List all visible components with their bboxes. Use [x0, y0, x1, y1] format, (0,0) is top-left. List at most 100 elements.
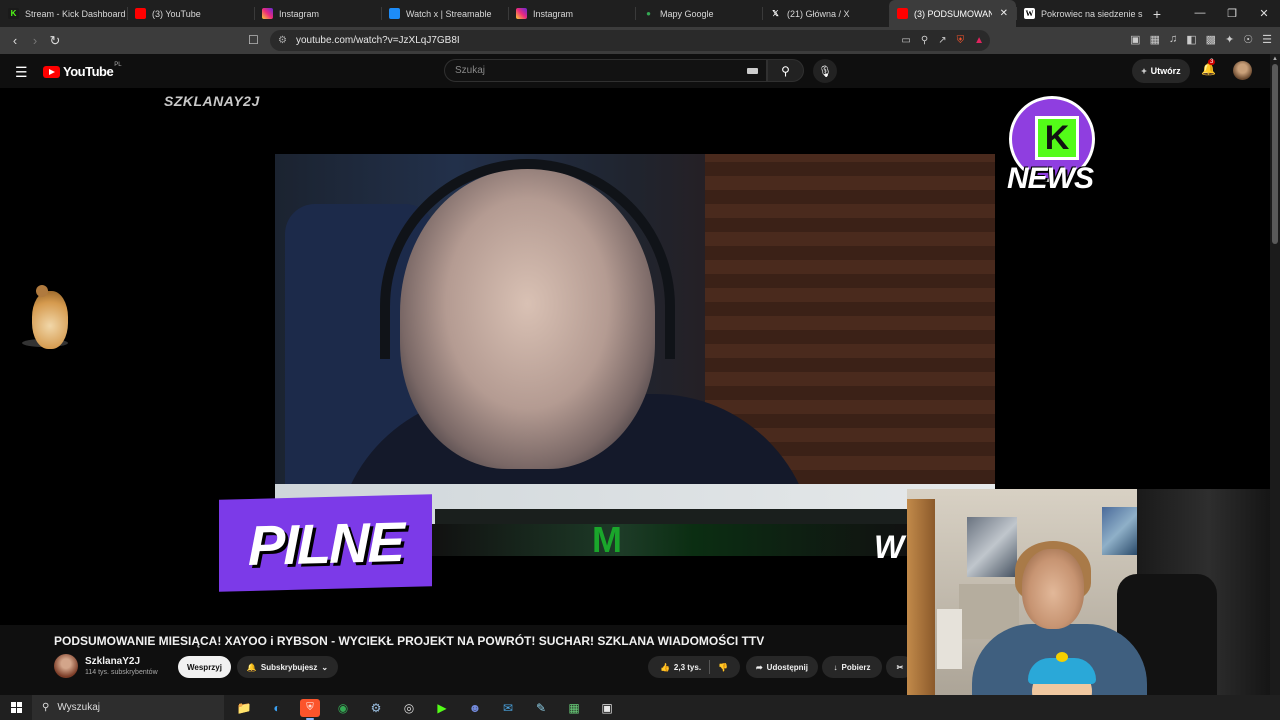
music-icon[interactable]: ♫	[1169, 33, 1177, 46]
share-icon[interactable]: ↗	[938, 35, 946, 46]
scroll-up-icon[interactable]: ▲	[1272, 56, 1278, 62]
download-button[interactable]: ↓ Pobierz	[822, 656, 882, 678]
menu-icon[interactable]: ☰	[1262, 33, 1272, 46]
news-logo-text: NEWS	[1007, 162, 1094, 195]
country-code: PL	[114, 62, 122, 68]
close-window-icon[interactable]: ✕	[1248, 7, 1280, 20]
scissors-icon: ✂	[896, 662, 904, 672]
mail-icon[interactable]: ✉	[498, 699, 518, 717]
new-tab-button[interactable]: +	[1147, 6, 1167, 22]
youtube-icon	[897, 8, 908, 19]
dislike-icon[interactable]: 👎	[718, 663, 728, 672]
share-button[interactable]: ➦ Udostępnij	[746, 656, 818, 678]
like-count[interactable]: 2,3 tys.	[674, 663, 701, 672]
taskbar-apps: 📁 ◐ ⛨ ◉ ⚙ ◎ ▶ ☻ ✉ ✎ ▦ ▣	[234, 698, 617, 720]
steam-icon[interactable]: ⚙	[366, 699, 386, 717]
forward-icon[interactable]: ›	[25, 33, 45, 48]
like-icon[interactable]: 👍	[660, 663, 670, 672]
bookmark-icon[interactable]: ☐	[248, 33, 259, 47]
webcam-overlay	[907, 489, 1280, 720]
site-settings-icon[interactable]: ⚙	[278, 35, 287, 46]
account-avatar[interactable]	[1233, 61, 1252, 80]
url-bar[interactable]: ⚙ youtube.com/watch?v=JzXLqJ7GB8I ▭ ⚲ ↗ …	[270, 30, 990, 51]
wikipedia-icon: W	[1024, 8, 1035, 19]
kick-app-icon[interactable]: ▶	[432, 699, 452, 717]
wallet-icon[interactable]: ▩	[1206, 33, 1216, 46]
vpn-icon[interactable]: ☉	[1243, 33, 1253, 46]
scrollbar-thumb[interactable]	[1272, 64, 1278, 244]
guide-menu-icon[interactable]: ☰	[15, 64, 28, 81]
youtube-header: ☰ YouTube PL Szukaj ⚲ 🎙 + Utwórz 🔔 3	[0, 54, 1270, 88]
extensions-toolbar: ▣ ▦ ♫ ◧ ▩ ✦ ☉ ☰	[1130, 33, 1272, 46]
back-icon[interactable]: ‹	[5, 33, 25, 48]
windows-icon	[10, 702, 22, 713]
puzzle-icon[interactable]: ▣	[1130, 33, 1140, 46]
discord-icon[interactable]: ☻	[465, 699, 485, 717]
youtube-logo[interactable]: YouTube PL	[43, 62, 122, 79]
tab-x[interactable]: 𝕏 (21) Główna / X	[762, 0, 889, 27]
search-input[interactable]: Szukaj	[444, 59, 767, 82]
reload-icon[interactable]: ↻	[45, 33, 65, 49]
address-bar-row: ‹ › ↻ ☐ ⚙ youtube.com/watch?v=JzXLqJ7GB8…	[0, 27, 1280, 54]
channel-avatar[interactable]	[54, 654, 78, 678]
tab-active-video[interactable]: (3) PODSUMOWANIE MIESIĄCA! ✕	[889, 0, 1016, 27]
search-button[interactable]: ⚲	[767, 59, 804, 82]
tab-title: Pokrowiec na siedzenie sk	[1041, 8, 1143, 19]
obs-icon[interactable]: ◎	[399, 699, 419, 717]
windows-taskbar: ⚲ Wyszukaj 📁 ◐ ⛨ ◉ ⚙ ◎ ▶ ☻ ✉ ✎ ▦ ▣	[0, 695, 1280, 720]
kick-icon: K	[8, 8, 19, 19]
tab-title: (21) Główna / X	[787, 8, 850, 19]
tab-title: Mapy Google	[660, 8, 714, 19]
youtube-wordmark: YouTube	[63, 64, 114, 79]
close-tab-icon[interactable]: ✕	[1000, 8, 1008, 19]
tab-google-maps[interactable]: ● Mapy Google	[635, 0, 762, 27]
tab-instagram-2[interactable]: Instagram	[508, 0, 635, 27]
urgent-banner: PILNE	[219, 494, 432, 592]
create-button[interactable]: + Utwórz	[1132, 59, 1190, 83]
keyboard-icon[interactable]	[747, 68, 758, 74]
tab-streamable[interactable]: Watch x | Streamable	[381, 0, 508, 27]
edge-icon[interactable]: ◐	[267, 699, 287, 717]
support-button[interactable]: Wesprzyj	[178, 656, 231, 678]
urgent-banner-text: PILNE	[248, 509, 403, 577]
subscribed-button[interactable]: 🔔 Subskrybujesz ⌄	[237, 656, 338, 678]
brave-shield-icon[interactable]: ⛨	[957, 35, 965, 46]
tab-pokrowiec[interactable]: W Pokrowiec na siedzenie sk	[1016, 0, 1143, 27]
brave-rewards-icon[interactable]: ▲	[974, 35, 984, 46]
brave-icon[interactable]: ⛨	[300, 698, 320, 720]
video-frame-streamer	[275, 154, 995, 529]
tab-youtube[interactable]: (3) YouTube	[127, 0, 254, 27]
page-scrollbar[interactable]: ▲	[1270, 54, 1280, 695]
voice-search-button[interactable]: 🎙	[813, 59, 837, 83]
browser-tab-strip: K Stream - Kick Dashboard (3) YouTube In…	[0, 0, 1280, 27]
spreadsheet-icon[interactable]: ▦	[564, 699, 584, 717]
sidebar-icon[interactable]: ◧	[1186, 33, 1196, 46]
taskbar-search[interactable]: ⚲ Wyszukaj	[32, 695, 224, 720]
notifications-button[interactable]: 🔔 3	[1201, 59, 1216, 76]
restore-icon[interactable]: ❐	[1216, 7, 1248, 20]
minimize-icon[interactable]: —	[1184, 7, 1216, 20]
plus-icon: +	[1141, 66, 1147, 76]
zoom-icon[interactable]: ⚲	[921, 35, 928, 46]
share-icon: ➦	[755, 662, 763, 672]
tab-title: Instagram	[279, 8, 320, 19]
create-label: Utwórz	[1150, 66, 1181, 76]
chevron-down-icon: ⌄	[321, 662, 329, 672]
tab-instagram[interactable]: Instagram	[254, 0, 381, 27]
search-icon: ⚲	[42, 702, 50, 713]
file-explorer-icon[interactable]: 📁	[234, 699, 254, 717]
cast-icon[interactable]: ▭	[901, 35, 910, 46]
google-maps-icon: ●	[646, 9, 651, 18]
streamable-icon	[389, 8, 400, 19]
notepad-icon[interactable]: ✎	[531, 699, 551, 717]
screenshot-icon[interactable]: ▦	[1150, 33, 1160, 46]
terminal-icon[interactable]: ▣	[597, 699, 617, 717]
tab-title: Stream - Kick Dashboard	[25, 8, 126, 19]
chrome-icon[interactable]: ◉	[333, 699, 353, 717]
ai-icon[interactable]: ✦	[1225, 33, 1234, 46]
start-button[interactable]	[0, 702, 32, 713]
instagram-icon	[516, 8, 527, 19]
channel-name[interactable]: SzklanaY2J	[85, 656, 140, 667]
tab-kick-dashboard[interactable]: K Stream - Kick Dashboard	[0, 0, 127, 27]
subscribed-label: Subskrybujesz	[260, 662, 318, 672]
